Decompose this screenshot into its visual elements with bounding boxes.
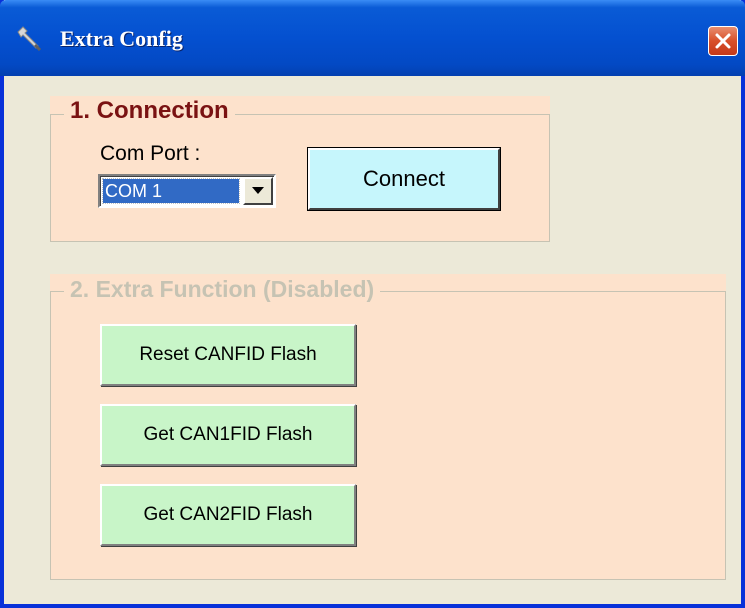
get-can2fid-flash-label: Get CAN2FID Flash: [143, 504, 313, 525]
get-can1fid-flash-label: Get CAN1FID Flash: [143, 424, 313, 445]
close-button[interactable]: [708, 26, 738, 56]
extra-config-window: Extra Config 1. Connection Com Port : CO…: [0, 0, 745, 608]
extra-function-legend: 2. Extra Function (Disabled): [64, 274, 381, 304]
title-bar[interactable]: Extra Config: [0, 0, 745, 76]
dropdown-button[interactable]: [243, 177, 273, 205]
connection-legend: 1. Connection: [64, 96, 235, 126]
connect-button[interactable]: Connect: [307, 147, 501, 211]
close-icon: [715, 33, 731, 49]
com-port-label: Com Port :: [100, 142, 201, 165]
reset-canfid-flash-label: Reset CANFID Flash: [139, 344, 317, 365]
chevron-down-icon: [252, 187, 264, 194]
wrench-icon: [14, 24, 44, 54]
connect-button-label: Connect: [363, 166, 445, 191]
get-can1fid-flash-button[interactable]: Get CAN1FID Flash: [100, 404, 356, 466]
window-title: Extra Config: [60, 26, 183, 51]
com-port-value: COM 1: [102, 178, 240, 204]
reset-canfid-flash-button[interactable]: Reset CANFID Flash: [100, 324, 356, 386]
com-port-select[interactable]: COM 1: [98, 174, 276, 208]
get-can2fid-flash-button[interactable]: Get CAN2FID Flash: [100, 484, 356, 546]
